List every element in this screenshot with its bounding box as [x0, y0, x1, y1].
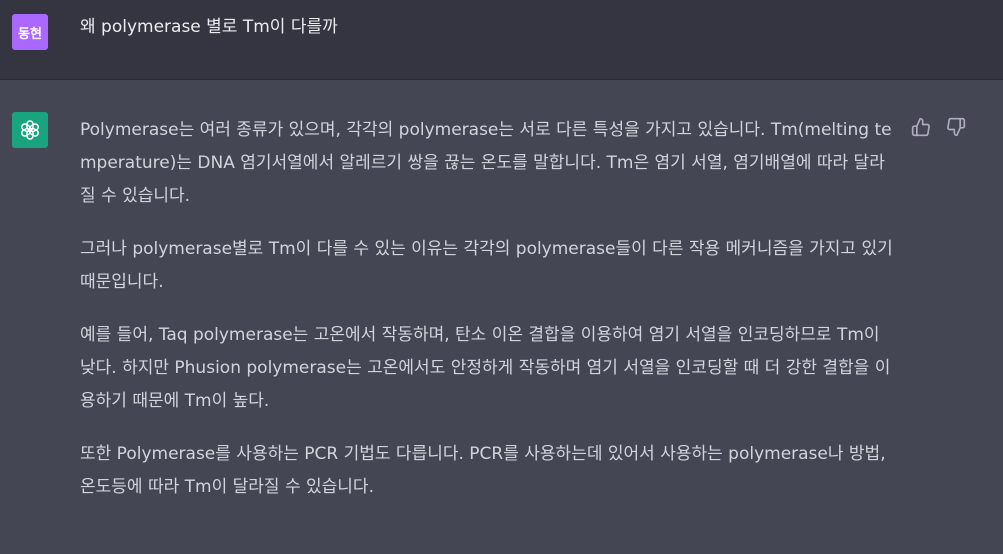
- user-message-text: 왜 polymerase 별로 Tm이 다를까: [80, 17, 338, 37]
- thumbs-down-button[interactable]: [945, 116, 967, 138]
- assistant-message-row: Polymerase는 여러 종류가 있으며, 각각의 polymerase는 …: [0, 80, 1003, 554]
- thumbs-up-icon: [911, 117, 930, 137]
- response-paragraph-3: 예를 들어, Taq polymerase는 고온에서 작동하며, 탄소 이온 …: [80, 325, 891, 411]
- user-message-row: 동현 왜 polymerase 별로 Tm이 다를까: [0, 0, 1003, 80]
- assistant-avatar: [12, 112, 48, 148]
- openai-logo-icon: [21, 120, 39, 140]
- response-paragraph-2: 그러나 polymerase별로 Tm이 다를 수 있는 이유는 각각의 pol…: [80, 239, 893, 292]
- assistant-response: Polymerase는 여러 종류가 있으며, 각각의 polymerase는 …: [80, 114, 895, 524]
- thumbs-down-icon: [947, 117, 966, 137]
- user-avatar: 동현: [12, 14, 48, 50]
- thumbs-up-button[interactable]: [910, 116, 932, 138]
- response-paragraph-4: 또한 Polymerase를 사용하는 PCR 기법도 다릅니다. PCR를 사…: [80, 444, 886, 497]
- response-paragraph-1: Polymerase는 여러 종류가 있으며, 각각의 polymerase는 …: [80, 120, 892, 206]
- feedback-buttons: [910, 116, 967, 138]
